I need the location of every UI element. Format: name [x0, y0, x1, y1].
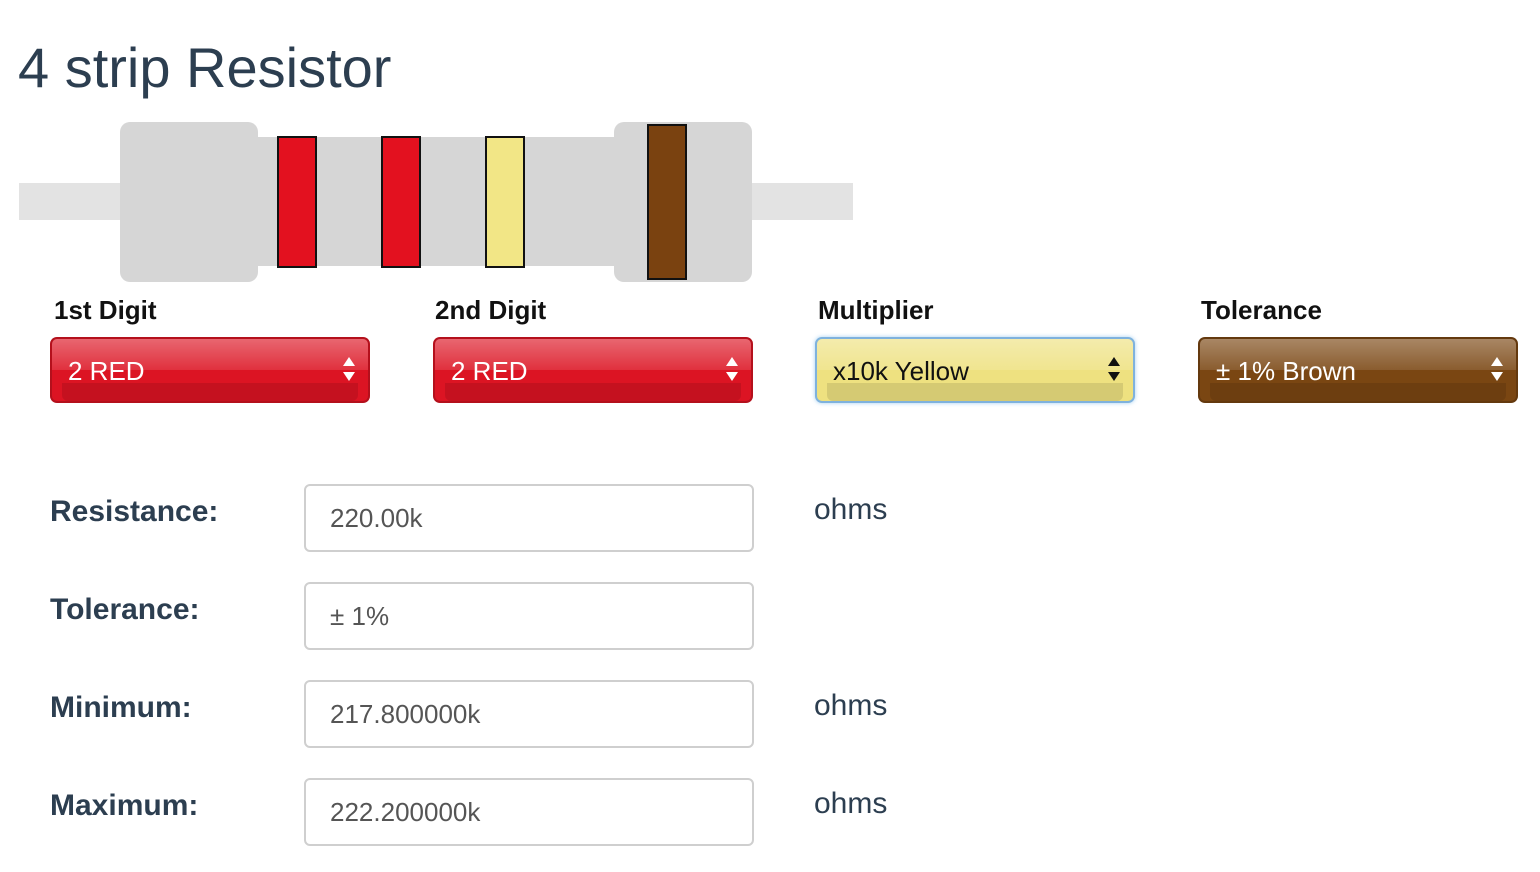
- tolerance-value: ± 1% Brown: [1216, 356, 1356, 386]
- band-2nd-digit: [381, 136, 421, 268]
- tolerance-field[interactable]: [304, 582, 754, 650]
- multiplier-select[interactable]: x10k Yellow: [815, 337, 1135, 403]
- minimum-unit: ohms: [814, 689, 888, 722]
- tolerance-label: Tolerance: [1201, 295, 1322, 325]
- multiplier-label: Multiplier: [818, 295, 934, 325]
- select-arrows-icon: [1490, 357, 1504, 385]
- first-digit-label: 1st Digit: [54, 295, 157, 325]
- second-digit-select[interactable]: 2 RED: [433, 337, 753, 403]
- minimum-field[interactable]: [304, 680, 754, 748]
- select-arrows-icon: [1107, 357, 1121, 385]
- first-digit-value: 2 RED: [68, 356, 145, 386]
- multiplier-value: x10k Yellow: [833, 356, 969, 386]
- resistance-label: Resistance:: [50, 495, 219, 528]
- second-digit-label: 2nd Digit: [435, 295, 547, 325]
- select-arrows-icon: [342, 357, 356, 385]
- first-digit-select[interactable]: 2 RED: [50, 337, 370, 403]
- band-1st-digit: [277, 136, 317, 268]
- select-arrows-icon: [725, 357, 739, 385]
- maximum-unit: ohms: [814, 787, 888, 820]
- second-digit-value: 2 RED: [451, 356, 528, 386]
- resistance-field[interactable]: [304, 484, 754, 552]
- tolerance-result-label: Tolerance:: [50, 593, 200, 626]
- maximum-label: Maximum:: [50, 789, 199, 822]
- tolerance-select[interactable]: ± 1% Brown: [1198, 337, 1518, 403]
- page-title: 4 strip Resistor: [18, 36, 392, 99]
- band-multiplier: [485, 136, 525, 268]
- maximum-field[interactable]: [304, 778, 754, 846]
- band-tolerance: [647, 124, 687, 280]
- resistance-unit: ohms: [814, 493, 888, 526]
- minimum-label: Minimum:: [50, 691, 192, 724]
